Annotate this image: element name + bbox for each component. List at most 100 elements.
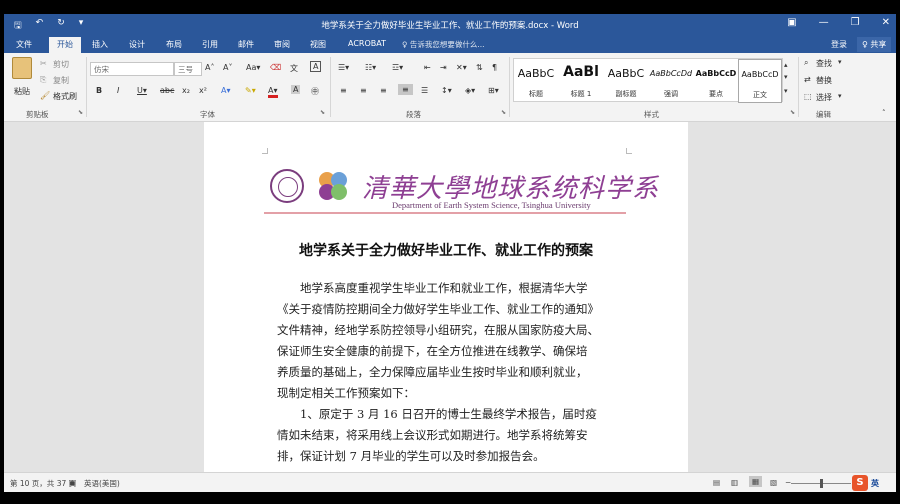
clipboard-launcher-icon[interactable]: ⬊ xyxy=(78,109,83,116)
borders-icon[interactable]: ⊞▾ xyxy=(488,86,499,95)
character-border-icon[interactable]: A xyxy=(310,61,322,72)
align-right-icon[interactable]: ≡ xyxy=(380,86,387,95)
grow-font-icon[interactable]: A˄ xyxy=(205,63,214,72)
character-shading-icon[interactable]: A xyxy=(291,85,301,94)
styles-more-icon[interactable]: ▾ xyxy=(784,87,788,95)
share-button[interactable]: ♀ 共享 xyxy=(857,37,892,52)
underline-icon[interactable]: U▾ xyxy=(137,86,147,95)
style-name: 标题 1 xyxy=(570,90,592,98)
restore-icon[interactable]: ❐ xyxy=(851,17,860,28)
tab-mailings[interactable]: 邮件 xyxy=(238,39,254,50)
select-dropdown-icon[interactable]: ▾ xyxy=(838,92,842,100)
align-center-icon[interactable]: ≡ xyxy=(360,86,367,95)
style-sample: AaBl xyxy=(563,64,599,80)
ime-language-label[interactable]: 英 xyxy=(871,478,879,489)
text-line: 排，保证计划 7 月毕业的学生可以及时参加报告会。 xyxy=(277,449,545,463)
text-line: 情如未结束，将采用线上会议形式如期进行。地学系将统筹安 xyxy=(277,428,588,442)
tab-review[interactable]: 审阅 xyxy=(274,39,290,50)
highlight-icon[interactable]: ✎▾ xyxy=(245,86,256,95)
sign-in-link[interactable]: 登录 xyxy=(831,39,847,50)
find-dropdown-icon[interactable]: ▾ xyxy=(838,58,842,66)
style-item-normal[interactable]: AaBbCcD 正文 xyxy=(738,59,782,103)
italic-icon[interactable]: I xyxy=(117,86,119,95)
tab-file[interactable]: 文件 xyxy=(16,39,32,50)
text-line: 保证师生安全健康的前提下，在全方位推进在线教学、确保培 xyxy=(277,344,588,358)
tab-acrobat[interactable]: ACROBAT xyxy=(348,39,386,48)
minimize-icon[interactable]: — xyxy=(819,17,829,28)
font-name-input[interactable]: 仿宋 xyxy=(90,62,174,76)
tab-references[interactable]: 引用 xyxy=(202,39,218,50)
close-icon[interactable]: ✕ xyxy=(882,17,890,28)
paste-button[interactable]: 粘贴 xyxy=(14,86,30,97)
paragraph-launcher-icon[interactable]: ⬊ xyxy=(501,109,506,116)
tab-home[interactable]: 开始 xyxy=(49,37,81,53)
page-count[interactable]: 第 10 页，共 37 页 xyxy=(10,478,76,489)
zoom-slider-thumb[interactable] xyxy=(820,479,823,488)
collapse-ribbon-icon[interactable]: ˄ xyxy=(882,109,886,117)
ribbon-display-options-icon[interactable]: ▣ xyxy=(787,17,796,28)
bold-icon[interactable]: B xyxy=(96,86,102,95)
find-button[interactable]: 查找 xyxy=(816,58,832,69)
font-group-label: 字体 xyxy=(200,110,215,119)
divider xyxy=(330,57,331,117)
paste-icon[interactable] xyxy=(12,57,32,79)
read-mode-icon[interactable]: ▥ xyxy=(731,478,738,487)
decrease-indent-icon[interactable]: ⇤ xyxy=(424,63,431,72)
justify-icon[interactable]: ≡ xyxy=(398,84,413,95)
document-area[interactable]: 清華大學地球系统科学系 Department of Earth System S… xyxy=(4,122,896,472)
clear-formatting-icon[interactable]: ⌫ xyxy=(270,63,281,72)
format-painter-button[interactable]: 格式刷 xyxy=(53,91,77,102)
line-spacing-icon[interactable]: ↕▾ xyxy=(441,86,452,95)
tab-insert[interactable]: 插入 xyxy=(92,39,108,50)
web-layout-icon[interactable]: ▧ xyxy=(770,478,777,487)
superscript-icon[interactable]: x² xyxy=(199,86,207,95)
style-item-title[interactable]: AaBbC 标题 xyxy=(514,59,558,103)
style-sample: AaBbC xyxy=(517,67,555,80)
ime-logo-icon[interactable]: S xyxy=(852,475,868,491)
increase-indent-icon[interactable]: ⇥ xyxy=(440,63,447,72)
styles-launcher-icon[interactable]: ⬊ xyxy=(790,109,795,116)
language-indicator[interactable]: 英语(美国) xyxy=(84,478,120,489)
font-launcher-icon[interactable]: ⬊ xyxy=(320,109,325,116)
focus-mode-icon[interactable]: ▤ xyxy=(713,478,720,487)
chinese-layout-icon[interactable]: ✕▾ xyxy=(456,63,467,72)
proofing-icon[interactable]: ▣ xyxy=(69,478,76,487)
strikethrough-icon[interactable]: abc xyxy=(160,86,174,95)
copy-button[interactable]: 复制 xyxy=(53,75,69,86)
department-logo xyxy=(319,172,347,200)
font-color-icon[interactable]: A▾ xyxy=(268,86,278,98)
tab-layout[interactable]: 布局 xyxy=(166,39,182,50)
select-button[interactable]: 选择 xyxy=(816,92,832,103)
style-item-emphasis[interactable]: AaBbCcDd 强调 xyxy=(649,59,693,103)
sort-icon[interactable]: ⇅ xyxy=(476,63,483,72)
copy-icon: ⎘ xyxy=(40,75,47,84)
distributed-icon[interactable]: ☰ xyxy=(421,86,428,95)
subscript-icon[interactable]: x₂ xyxy=(182,86,190,95)
document-page[interactable]: 清華大學地球系统科学系 Department of Earth System S… xyxy=(204,122,688,472)
style-item-strong[interactable]: AaBbCcD 要点 xyxy=(694,59,738,103)
shading-icon[interactable]: ◈▾ xyxy=(465,86,475,95)
styles-scroll-up-icon[interactable]: ▴ xyxy=(784,61,788,69)
enclose-characters-icon[interactable]: ㊥ xyxy=(311,86,319,97)
shrink-font-icon[interactable]: A˅ xyxy=(223,63,232,72)
tab-design[interactable]: 设计 xyxy=(129,39,145,50)
bullets-icon[interactable]: ☰▾ xyxy=(338,63,349,72)
show-marks-icon[interactable]: ¶ xyxy=(492,63,497,72)
change-case-icon[interactable]: Aa▾ xyxy=(246,63,260,72)
cut-icon: ✂ xyxy=(40,59,47,68)
text-effects-icon[interactable]: A▾ xyxy=(221,86,231,95)
multilevel-list-icon[interactable]: ☲▾ xyxy=(392,63,403,72)
style-item-subtitle[interactable]: AaBbC 副标题 xyxy=(604,59,648,103)
numbering-icon[interactable]: ☷▾ xyxy=(365,63,376,72)
align-left-icon[interactable]: ≡ xyxy=(340,86,347,95)
window-controls: ▣ — ❐ ✕ xyxy=(787,17,890,28)
font-size-input[interactable]: 三号 xyxy=(174,62,202,76)
cut-button[interactable]: 剪切 xyxy=(53,59,69,70)
style-item-heading1[interactable]: AaBl 标题 1 xyxy=(559,59,603,103)
tab-view[interactable]: 视图 xyxy=(310,39,326,50)
styles-scroll-down-icon[interactable]: ▾ xyxy=(784,73,788,81)
tell-me-search[interactable]: ♀ 告诉我您想要做什么... xyxy=(402,39,485,50)
phonetic-guide-icon[interactable]: 文 xyxy=(290,63,298,74)
replace-button[interactable]: 替换 xyxy=(816,75,832,86)
print-layout-icon[interactable]: ▦ xyxy=(749,476,763,487)
